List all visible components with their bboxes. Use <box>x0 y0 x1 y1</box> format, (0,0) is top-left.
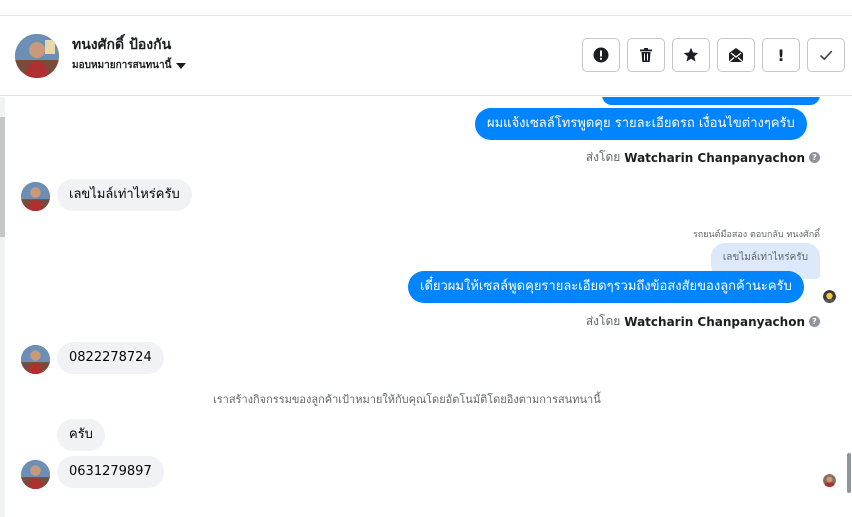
sent-by-label: ส่งโดย Watcharin Chanpanyachon ? <box>586 312 820 331</box>
check-icon <box>819 50 833 61</box>
seen-avatar-icon <box>823 474 836 487</box>
agent-name[interactable]: Watcharin Chanpanyachon <box>624 151 805 165</box>
sent-by-label: ส่งโดย Watcharin Chanpanyachon ? <box>586 148 820 167</box>
sent-by-prefix: ส่งโดย <box>585 314 621 328</box>
mark-unread-button[interactable] <box>717 38 755 72</box>
info-icon[interactable]: ? <box>809 152 820 163</box>
trash-icon <box>640 48 652 62</box>
sent-by-prefix: ส่งโดย <box>585 150 621 164</box>
contact-avatar-small[interactable] <box>21 345 50 374</box>
message-bubble-incoming[interactable]: เลขไมล์เท่าไหร่ครับ <box>57 179 192 211</box>
thread-scrollbar-thumb[interactable] <box>847 453 851 493</box>
contact-name[interactable]: ทนงศักดิ์ ป้องกัน <box>72 34 171 56</box>
star-button[interactable] <box>672 38 710 72</box>
delete-button[interactable] <box>627 38 665 72</box>
conversation-toolbar: ! <box>582 38 845 72</box>
reply-context-note: รถยนต์มือสอง ตอบกลับ ทนงศักดิ์ <box>692 230 820 240</box>
message-bubble-incoming[interactable]: 0822278724 <box>57 342 164 374</box>
message-bubble-incoming[interactable]: 0631279897 <box>57 456 164 488</box>
caret-down-icon <box>176 62 187 69</box>
star-icon <box>683 47 699 62</box>
exclamation-icon: ! <box>777 45 785 65</box>
thread-scrollbar[interactable] <box>845 97 852 517</box>
done-button[interactable] <box>807 38 845 72</box>
spam-button[interactable] <box>582 38 620 72</box>
message-thread: ผมแจ้งเซลล์โทรพูดคุย รายละเอียดรถ เงื่อน… <box>5 97 845 517</box>
exclamation-circle-icon <box>593 47 609 63</box>
top-strip <box>0 0 852 16</box>
inbox-conversation-page: ทนงศักดิ์ ป้องกัน มอบหมายการสนทนานี้ ! ผ… <box>0 0 852 517</box>
assign-conversation-dropdown[interactable]: มอบหมายการสนทนานี้ <box>72 58 187 73</box>
follow-up-button[interactable]: ! <box>762 38 800 72</box>
contact-avatar-small[interactable] <box>21 182 50 211</box>
message-bubble-outgoing[interactable]: ผมแจ้งเซลล์โทรพูดคุย รายละเอียดรถ เงื่อน… <box>475 108 807 140</box>
system-activity-note: เราสร้างกิจกรรมของลูกค้าเป้าหมายให้กับคุ… <box>213 393 601 406</box>
seen-avatar-icon <box>823 290 836 303</box>
envelope-icon <box>728 48 744 63</box>
agent-name[interactable]: Watcharin Chanpanyachon <box>624 315 805 329</box>
contact-avatar-small[interactable] <box>21 460 50 489</box>
conversation-header: ทนงศักดิ์ ป้องกัน มอบหมายการสนทนานี้ ! <box>0 17 852 96</box>
message-bubble-incoming[interactable]: ครับ <box>57 419 105 451</box>
contact-avatar[interactable] <box>15 34 59 78</box>
info-icon[interactable]: ? <box>809 316 820 327</box>
message-bubble-clipped[interactable] <box>602 97 820 105</box>
assign-label: มอบหมายการสนทนานี้ <box>72 60 172 71</box>
message-bubble-outgoing[interactable]: เดี๋ยวผมให้เซลล์พูดคุยรายละเอียดๆรวมถึงข… <box>408 271 804 303</box>
